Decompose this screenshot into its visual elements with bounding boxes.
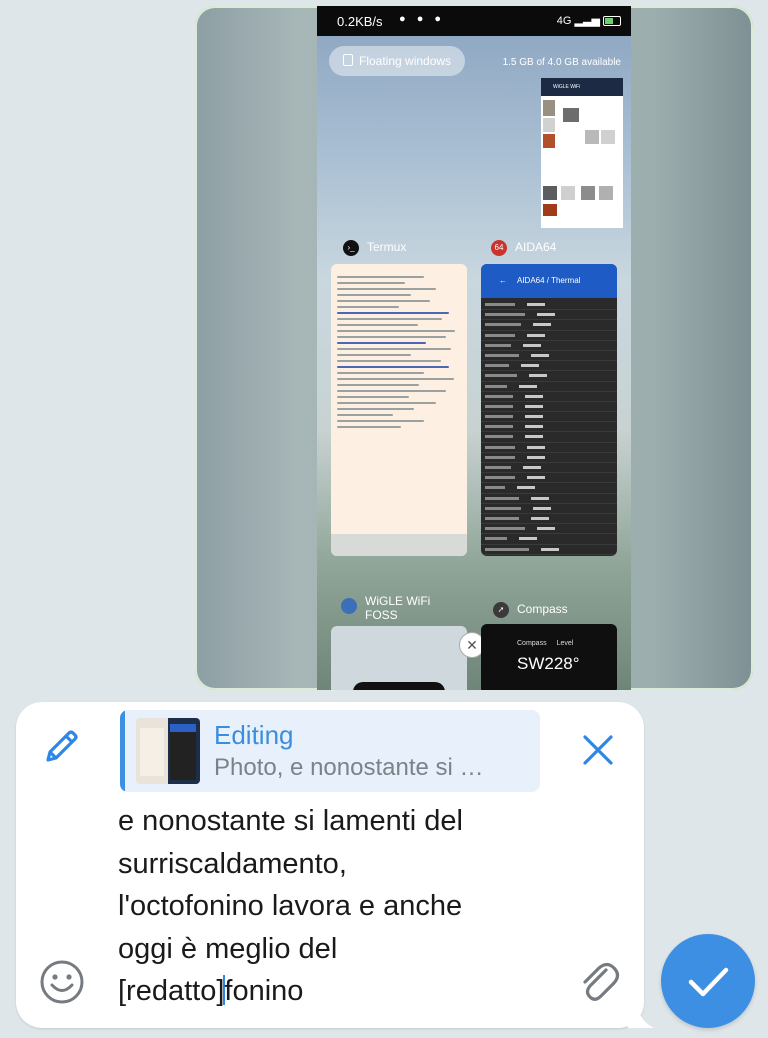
floating-windows-label: Floating windows xyxy=(359,54,452,68)
status-bar: 0.2KB/s ● ● ● 4G ▂▃▅ xyxy=(317,6,631,36)
confirm-edit-button[interactable] xyxy=(661,934,755,1028)
aida64-icon: 64 xyxy=(491,240,507,256)
attach-button[interactable] xyxy=(576,956,622,1006)
app-label-aida64: 64 AIDA64 xyxy=(491,240,556,256)
network-type: 4G xyxy=(556,15,572,27)
aida64-toolbar: ← AIDA64 / Thermal xyxy=(481,264,617,298)
memory-available: 1.5 GB of 4.0 GB available xyxy=(502,57,621,68)
paperclip-icon xyxy=(583,962,620,1001)
emoji-button[interactable] xyxy=(38,958,86,1006)
checkmark-icon xyxy=(688,967,729,997)
editing-preview[interactable]: Editing Photo, e nonostante si … xyxy=(120,710,540,792)
app-card-termux xyxy=(331,264,467,556)
network-speed: 0.2KB/s xyxy=(337,14,383,29)
photo-message[interactable]: 0.2KB/s ● ● ● 4G ▂▃▅ Floating windows 1.… xyxy=(195,6,753,690)
close-icon xyxy=(583,735,613,765)
app-card-wigle xyxy=(331,626,467,690)
app-label-compass: ➚ Compass xyxy=(493,602,568,618)
floating-window-icon xyxy=(343,54,353,66)
app-card-aida64: ← AIDA64 / Thermal xyxy=(481,264,617,556)
notification-dots: ● ● ● xyxy=(399,13,446,25)
message-text-tail: fonino xyxy=(224,975,304,1007)
compass-icon: ➚ xyxy=(493,602,509,618)
wigle-icon xyxy=(341,598,357,614)
app-label-termux: ›_ Termux xyxy=(343,240,406,256)
app-thumbnail-wigle: WiGLE WiFi xyxy=(541,78,623,228)
message-input[interactable]: e nonostante si lamenti del surriscaldam… xyxy=(118,800,538,1013)
recents-screenshot: 0.2KB/s ● ● ● 4G ▂▃▅ Floating windows 1.… xyxy=(317,6,631,690)
editing-subtitle: Photo, e nonostante si … xyxy=(214,754,484,781)
compass-direction: SW228° xyxy=(517,654,580,673)
termux-icon: ›_ xyxy=(343,240,359,256)
editing-label: Editing xyxy=(214,720,294,750)
floating-windows-button: Floating windows xyxy=(329,46,466,76)
termux-extra-keys xyxy=(331,534,467,556)
thumbnail-title: WiGLE WiFi xyxy=(541,78,623,96)
smiley-icon xyxy=(40,960,84,1004)
edit-mode-icon xyxy=(40,724,84,768)
preview-thumbnail xyxy=(136,718,200,784)
cancel-edit-button[interactable] xyxy=(576,728,620,772)
app-label-wigle: WiGLE WiFi FOSS xyxy=(341,594,451,622)
preview-accent-bar xyxy=(120,710,125,792)
signal-icon: ▂▃▅ xyxy=(574,15,600,27)
composer-tail xyxy=(628,1008,654,1028)
battery-icon xyxy=(603,16,621,27)
status-icons: 4G ▂▃▅ xyxy=(557,14,621,27)
app-card-compass: Compass Level SW228° xyxy=(481,624,617,690)
